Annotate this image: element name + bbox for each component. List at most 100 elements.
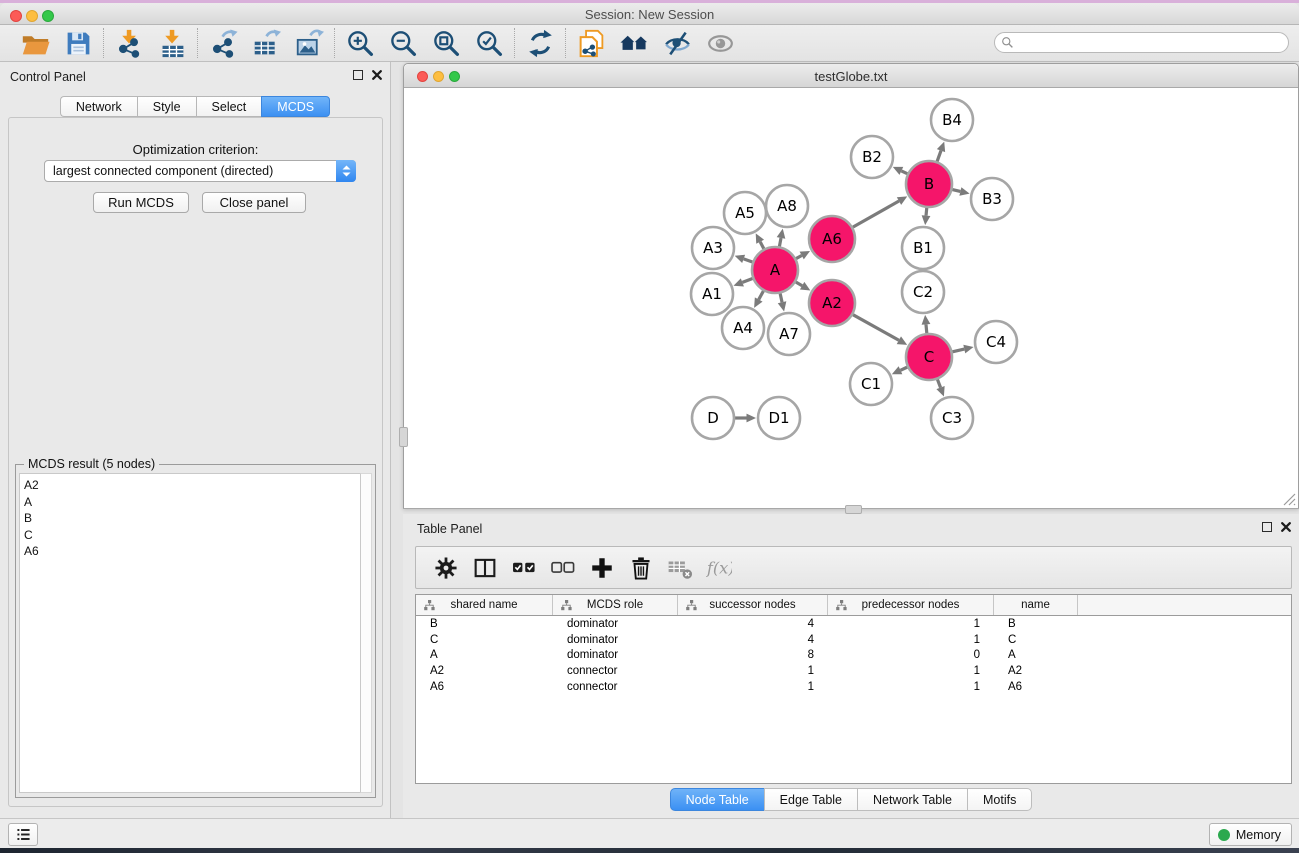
tab-style[interactable]: Style [137,96,196,117]
column-view-icon[interactable] [471,554,498,581]
column-header-name[interactable]: name [994,595,1078,615]
apply-preferred-layout-icon[interactable] [525,28,555,58]
new-network-from-selection-icon[interactable] [576,28,606,58]
mcds-result-list[interactable]: A2ABCA6 [19,473,362,793]
graph-node-C1[interactable]: C1 [850,363,892,405]
edge-A-A6[interactable] [796,255,802,258]
create-column-icon[interactable] [588,554,615,581]
mcds-result-item[interactable]: A [24,494,361,511]
graph-node-A[interactable]: A [752,247,798,293]
edge-C-C2[interactable] [926,324,927,333]
float-panel-icon[interactable] [353,70,363,80]
deselect-all-columns-icon[interactable] [549,554,576,581]
network-view-window[interactable]: testGlobe.txt A A1 A2 A3 A4 A5 A6 A7 A8 … [403,63,1299,509]
table-settings-icon[interactable] [432,554,459,581]
mcds-result-item[interactable]: B [24,510,361,527]
table-row[interactable]: Adominator80A [416,648,1291,664]
graph-node-C2[interactable]: C2 [902,271,944,313]
resize-grip-icon[interactable] [1283,493,1296,506]
criterion-dropdown[interactable]: largest connected component (directed) [44,160,356,182]
edge-A-A7[interactable] [780,293,782,302]
close-panel-button[interactable]: Close panel [202,192,306,213]
result-list-scrollbar[interactable] [360,473,372,793]
zoom-in-icon[interactable] [345,28,375,58]
run-mcds-button[interactable]: Run MCDS [93,192,189,213]
edge-A6-B[interactable] [853,201,899,227]
graph-node-A5[interactable]: A5 [724,192,766,234]
tab-network[interactable]: Network [60,96,137,117]
edge-B-B2[interactable] [901,171,907,174]
show-all-icon[interactable] [705,28,735,58]
delete-column-icon[interactable] [627,554,654,581]
network-window-titlebar[interactable]: testGlobe.txt [404,64,1298,88]
graph-node-D1[interactable]: D1 [758,397,800,439]
close-table-panel-icon[interactable] [1281,522,1291,532]
graph-node-A7[interactable]: A7 [768,313,810,355]
edge-A-A3[interactable] [744,259,753,262]
mcds-result-item[interactable]: A6 [24,543,361,560]
dropdown-stepper-icon[interactable] [336,160,356,182]
network-graph-canvas[interactable]: A A1 A2 A3 A4 A5 A6 A7 A8 B B1 B2 B3 [405,88,1298,508]
graph-node-D[interactable]: D [692,397,734,439]
horizontal-splitter-handle[interactable] [845,505,862,514]
graph-node-C4[interactable]: C4 [975,321,1017,363]
edge-C-C4[interactable] [952,349,964,352]
graph-node-B3[interactable]: B3 [971,178,1013,220]
graph-node-A8[interactable]: A8 [766,185,808,227]
zoom-selected-icon[interactable] [474,28,504,58]
function-builder-icon[interactable]: f(x) [705,554,732,581]
graph-node-A2[interactable]: A2 [809,280,855,326]
edge-A2-C[interactable] [853,315,899,341]
delete-table-icon[interactable] [666,554,693,581]
table-row[interactable]: Bdominator41B [416,616,1291,632]
first-neighbors-icon[interactable] [619,28,649,58]
import-network-icon[interactable] [114,28,144,58]
edge-C-C3[interactable] [937,379,940,387]
edge-B-B3[interactable] [952,190,960,192]
graph-node-C[interactable]: C [906,334,952,380]
column-header-successor-nodes[interactable]: successor nodes [678,595,828,615]
close-panel-icon[interactable] [372,70,382,80]
edge-A-A1[interactable] [742,279,752,283]
edge-A-A8[interactable] [779,238,781,246]
graph-node-C3[interactable]: C3 [931,397,973,439]
column-header-predecessor-nodes[interactable]: predecessor nodes [828,595,994,615]
node-table[interactable]: shared name MCDS role successor nodes pr… [415,594,1292,784]
tab-select[interactable]: Select [196,96,262,117]
import-table-icon[interactable] [157,28,187,58]
mcds-result-item[interactable]: C [24,527,361,544]
tab-mcds[interactable]: MCDS [261,96,330,117]
mcds-result-item[interactable]: A2 [24,477,361,494]
task-history-button[interactable] [8,823,38,846]
zoom-fit-icon[interactable] [431,28,461,58]
search-box[interactable] [994,32,1289,53]
edge-A-A4[interactable] [759,291,764,300]
graph-node-B[interactable]: B [906,161,952,207]
export-image-icon[interactable] [294,28,324,58]
vertical-splitter-handle[interactable] [399,427,408,447]
table-row[interactable]: A6connector11A6 [416,679,1291,695]
memory-button[interactable]: Memory [1209,823,1292,846]
export-table-icon[interactable] [251,28,281,58]
hide-selected-icon[interactable] [662,28,692,58]
edge-C-C1[interactable] [900,367,907,370]
graph-node-A6[interactable]: A6 [809,216,855,262]
search-input[interactable] [1014,34,1288,51]
open-session-icon[interactable] [20,28,50,58]
graph-node-B4[interactable]: B4 [931,99,973,141]
edge-B-B4[interactable] [937,151,941,162]
graph-node-A1[interactable]: A1 [691,273,733,315]
tab-network-table[interactable]: Network Table [857,788,967,811]
column-header-MCDS-role[interactable]: MCDS role [553,595,678,615]
select-all-columns-icon[interactable] [510,554,537,581]
edge-A-A2[interactable] [796,282,802,286]
table-row[interactable]: Cdominator41C [416,632,1291,648]
export-network-icon[interactable] [208,28,238,58]
tab-motifs[interactable]: Motifs [967,788,1032,811]
zoom-out-icon[interactable] [388,28,418,58]
float-table-panel-icon[interactable] [1262,522,1272,532]
graph-node-A4[interactable]: A4 [722,307,764,349]
save-session-icon[interactable] [63,28,93,58]
tab-node-table[interactable]: Node Table [670,788,764,811]
edge-A-A5[interactable] [760,242,764,249]
